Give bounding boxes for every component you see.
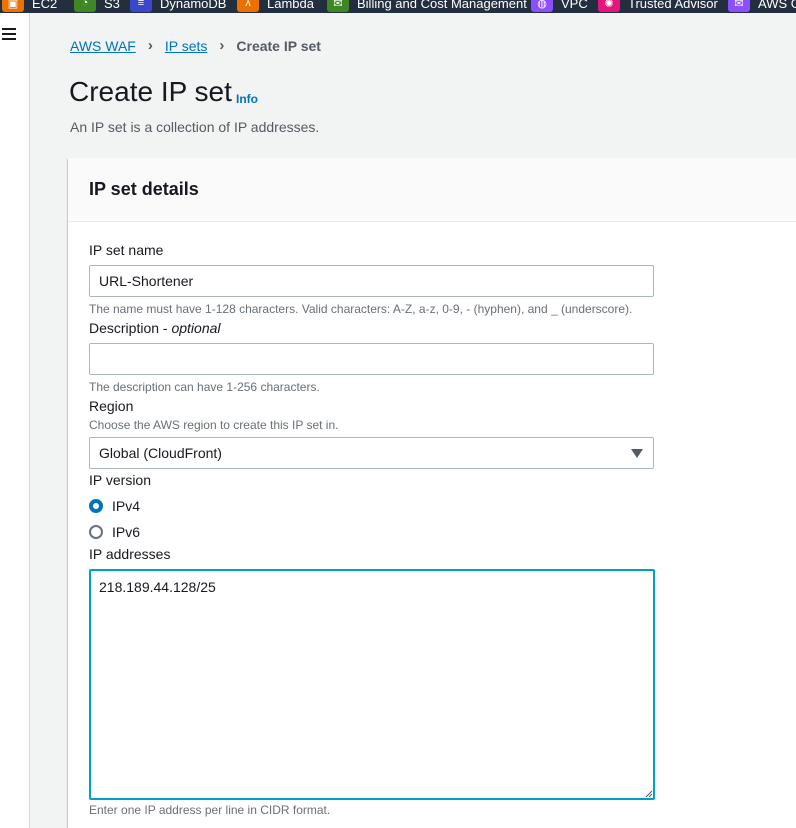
ip-set-name-hint: The name must have 1-128 characters. Val…: [89, 302, 633, 316]
radio-ipv6[interactable]: IPv6: [89, 524, 140, 540]
ip-set-details-panel: IP set details IP set name The name must…: [68, 158, 796, 828]
radio-unselected-icon: [89, 525, 103, 539]
favorite-s3[interactable]: ◔ S3: [74, 0, 120, 12]
page-title: Create IP set: [69, 76, 232, 107]
ip-addresses-hint: Enter one IP address per line in CIDR fo…: [89, 803, 331, 817]
description-input[interactable]: [89, 343, 654, 375]
ip-set-name-label: IP set name: [89, 242, 164, 258]
panel-title: IP set details: [89, 179, 199, 199]
radio-ipv4[interactable]: IPv4: [89, 498, 140, 514]
radio-ipv4-label: IPv4: [112, 498, 141, 514]
panel-header: IP set details: [68, 158, 796, 222]
breadcrumb-ip-sets[interactable]: IP sets: [165, 38, 208, 54]
breadcrumb-current: Create IP set: [236, 37, 321, 54]
s3-icon: ◔: [74, 0, 96, 12]
chevron-right-icon: ›: [219, 37, 225, 54]
favorite-trusted-advisor[interactable]: ✺ Trusted Advisor: [598, 0, 718, 12]
ip-set-name-input[interactable]: [89, 265, 654, 297]
favorite-aws-service[interactable]: ✉ AWS G: [728, 0, 796, 12]
page-description: An IP set is a collection of IP addresse…: [70, 119, 320, 135]
region-selected-value: Global (CloudFront): [99, 445, 222, 461]
region-label: Region: [89, 398, 134, 414]
vpc-icon: ◍: [531, 0, 553, 12]
favorite-vpc[interactable]: ◍ VPC: [531, 0, 588, 12]
dynamodb-icon: ≡: [130, 0, 152, 12]
favorite-lambda[interactable]: λ Lambda: [237, 0, 314, 12]
menu-icon[interactable]: [2, 27, 16, 41]
region-select[interactable]: Global (CloudFront): [89, 437, 654, 469]
favorites-bar: ▣ EC2 ◔ S3 ≡ DynamoDB λ Lambda ✉ Billing…: [0, 0, 796, 13]
side-navigation-rail: [0, 13, 30, 828]
favorite-ec2[interactable]: ▣ EC2: [2, 0, 57, 12]
optional-tag: optional: [171, 320, 221, 336]
caret-down-icon: [631, 449, 643, 458]
region-hint: Choose the AWS region to create this IP …: [89, 418, 339, 432]
billing-icon: ✉: [327, 0, 349, 12]
resize-handle-icon[interactable]: [645, 790, 653, 798]
trusted-advisor-icon: ✺: [598, 0, 620, 12]
breadcrumb: AWS WAF › IP sets › Create IP set: [70, 37, 321, 54]
info-link[interactable]: Info: [236, 92, 258, 106]
radio-selected-icon: [89, 499, 103, 513]
breadcrumb-aws-waf[interactable]: AWS WAF: [70, 38, 136, 54]
ip-addresses-textarea[interactable]: 218.189.44.128/25: [89, 569, 655, 800]
radio-ipv6-label: IPv6: [112, 524, 141, 540]
favorite-dynamodb[interactable]: ≡ DynamoDB: [130, 0, 226, 12]
description-hint: The description can have 1-256 character…: [89, 380, 320, 394]
aws-service-icon: ✉: [728, 0, 750, 12]
favorite-billing[interactable]: ✉ Billing and Cost Management: [327, 0, 527, 12]
ec2-icon: ▣: [2, 0, 24, 12]
ip-version-label: IP version: [89, 472, 151, 488]
description-label: Description - optional: [89, 320, 221, 336]
description-label-text: Description -: [89, 320, 172, 336]
chevron-right-icon: ›: [147, 37, 153, 54]
ip-addresses-label: IP addresses: [89, 546, 171, 562]
lambda-icon: λ: [237, 0, 259, 12]
